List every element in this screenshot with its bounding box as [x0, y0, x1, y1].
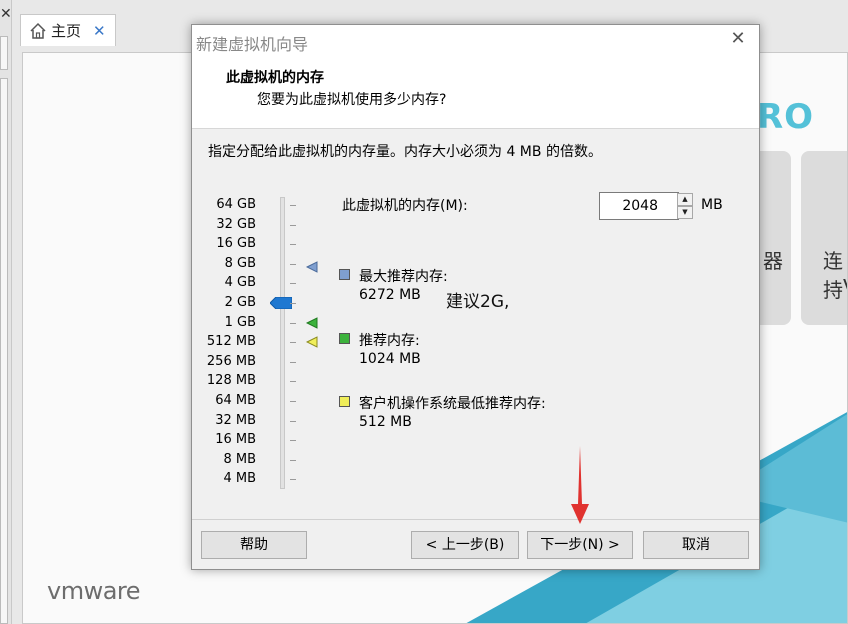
- scale-tick-label: 64 GB: [216, 197, 256, 212]
- instruction-text: 指定分配给此虚拟机的内存量。内存大小必须为 4 MB 的倍数。: [208, 144, 602, 160]
- memory-unit: MB: [701, 197, 723, 213]
- scale-tick-label: 2 GB: [224, 295, 256, 310]
- scale-tick-mark: [290, 459, 296, 461]
- scale-tick-label: 32 GB: [216, 216, 256, 232]
- product-name-text: RO: [757, 97, 815, 137]
- cancel-button[interactable]: 取消: [643, 531, 749, 559]
- scale-tick-mark: [290, 303, 296, 304]
- scale-tick-mark: [290, 244, 296, 246]
- scale-tick-mark: [290, 440, 296, 442]
- next-button[interactable]: 下一步(N) >: [527, 531, 633, 559]
- sidebar-library-pane[interactable]: [0, 78, 8, 624]
- sidebar-close-icon[interactable]: ✕: [0, 6, 12, 22]
- scale-tick-mark: [290, 205, 296, 206]
- annotation-note: 建议2G,: [446, 292, 510, 312]
- tab-close-icon[interactable]: ✕: [93, 22, 106, 40]
- scale-tick-mark: [290, 420, 296, 422]
- scale-tick-mark: [290, 322, 296, 324]
- recommended-swatch: [339, 333, 350, 344]
- scale-tick-label: 16 GB: [216, 236, 256, 252]
- max-recommended-value: 6272 MB: [359, 287, 421, 303]
- memory-slider-thumb[interactable]: [270, 297, 292, 309]
- min-recommended-label: 客户机操作系统最低推荐内存:: [359, 396, 546, 412]
- scale-tick-mark: [290, 224, 296, 226]
- max-recommended-swatch: [339, 269, 350, 280]
- max-recommended-label: 最大推荐内存:: [359, 269, 448, 285]
- scale-tick-mark: [290, 263, 296, 265]
- stepper-up-button[interactable]: ▲: [677, 193, 693, 206]
- min-recommended-marker: [306, 336, 318, 348]
- tab-home[interactable]: 主页 ✕: [20, 14, 116, 46]
- dialog-close-icon[interactable]: ✕: [727, 27, 749, 51]
- min-recommended-value: 512 MB: [359, 414, 412, 430]
- dialog-titlebar: 新建虚拟机向导 ✕: [192, 25, 759, 55]
- scale-tick-label: 128 MB: [206, 373, 256, 389]
- max-recommended-marker: [306, 260, 318, 273]
- home-icon: [30, 22, 46, 39]
- scale-tick-label: 512 MB: [206, 334, 256, 350]
- page-subtitle: 您要为此虚拟机使用多少内存?: [257, 92, 447, 108]
- scale-tick-mark: [290, 283, 296, 285]
- annotation-arrow-icon: [571, 446, 589, 524]
- dialog-header: 此虚拟机的内存 您要为此虚拟机使用多少内存?: [192, 55, 759, 129]
- recommended-label: 推荐内存:: [359, 333, 420, 349]
- memory-stepper[interactable]: ▲ ▼: [677, 193, 693, 219]
- scale-tick-mark: [290, 381, 296, 383]
- new-vm-wizard-dialog: 新建虚拟机向导 ✕ 此虚拟机的内存 您要为此虚拟机使用多少内存? 指定分配给此虚…: [191, 24, 760, 570]
- memory-label: 此虚拟机的内存(M):: [342, 198, 468, 214]
- scale-tick-mark: [290, 401, 296, 402]
- scale-tick-mark: [290, 342, 296, 344]
- scale-tick-label: 8 GB: [224, 255, 256, 271]
- page-title: 此虚拟机的内存: [226, 70, 324, 86]
- memory-input[interactable]: [599, 192, 679, 220]
- scale-tick-mark: [290, 479, 296, 481]
- scale-tick-label: 4 MB: [223, 471, 256, 487]
- scale-tick-label: 8 MB: [223, 451, 256, 467]
- dialog-title: 新建虚拟机向导: [196, 35, 309, 54]
- scale-tick-label: 16 MB: [215, 432, 256, 448]
- stepper-down-button[interactable]: ▼: [677, 206, 693, 219]
- connect-server-card-sublabel: V: [843, 275, 847, 299]
- min-recommended-swatch: [339, 396, 350, 407]
- left-sidebar-strip: ✕: [0, 0, 12, 624]
- memory-slider-track[interactable]: [280, 197, 285, 489]
- scale-tick-label: 256 MB: [206, 353, 256, 369]
- scale-tick-label: 64 MB: [215, 393, 256, 408]
- back-button[interactable]: < 上一步(B): [411, 531, 519, 559]
- recommended-marker: [306, 316, 318, 329]
- tab-home-label: 主页: [51, 22, 82, 40]
- sidebar-search-box[interactable]: [0, 36, 8, 70]
- recommended-value: 1024 MB: [359, 351, 421, 367]
- help-button[interactable]: 帮助: [201, 531, 307, 559]
- scale-tick-label: 4 GB: [224, 275, 256, 291]
- footer-divider: [192, 519, 759, 520]
- scale-tick-label: 1 GB: [224, 314, 256, 330]
- scale-tick-mark: [290, 361, 296, 363]
- scale-tick-label: 32 MB: [215, 412, 256, 428]
- vmware-logo: vmware: [47, 577, 141, 605]
- create-vm-card-label: 器: [763, 249, 783, 273]
